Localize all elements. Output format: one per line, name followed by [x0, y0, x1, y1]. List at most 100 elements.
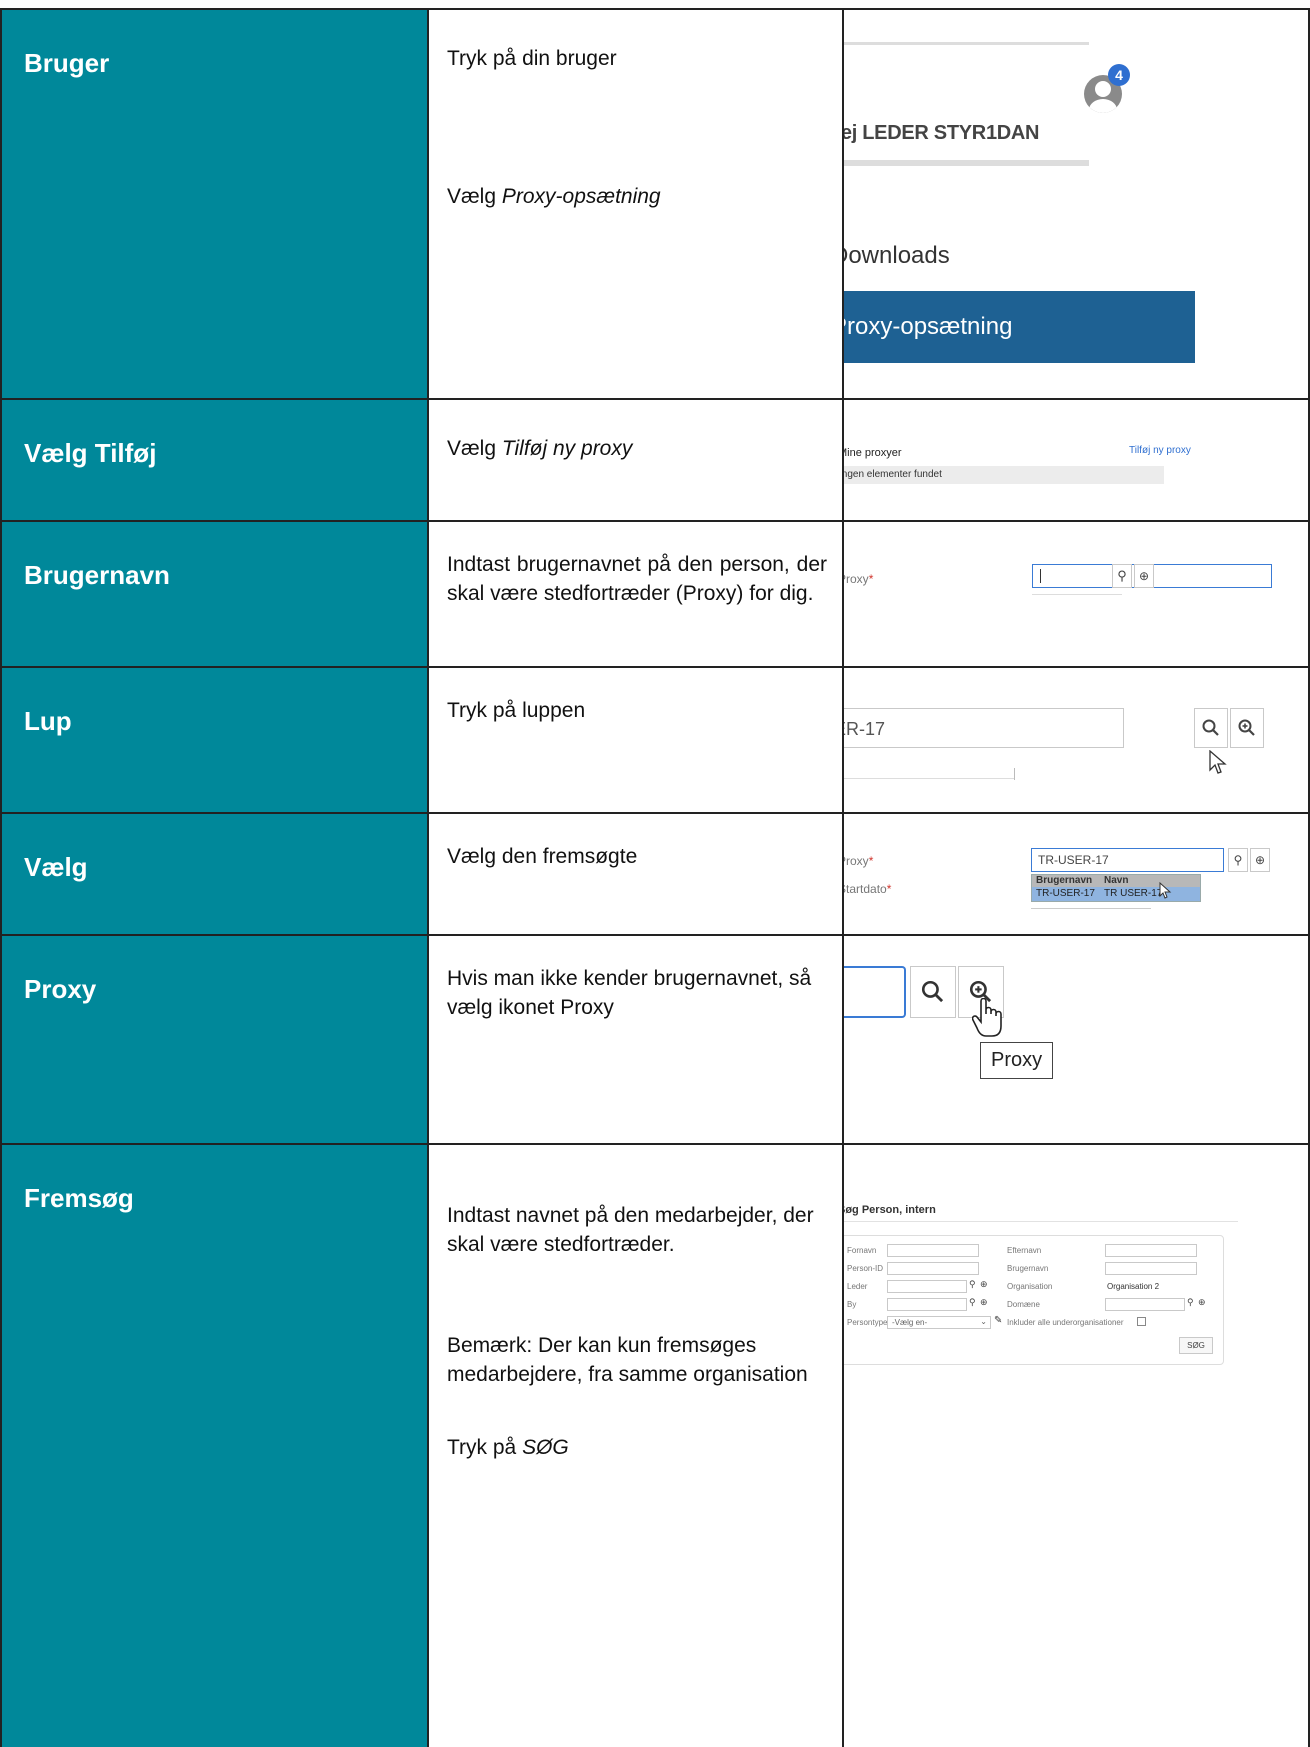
row-vaelg-tilfoej: Vælg Tilføj Vælg Tilføj ny proxy Mine pr… — [2, 400, 1308, 522]
proxy-input[interactable]: TR-USER-17 — [844, 708, 1124, 748]
row-vaelg: Vælg Vælg den fremsøgte Proxy* Startdato… — [2, 814, 1308, 936]
row-lup: Lup Tryk på luppen TR-USER-17 — [2, 668, 1308, 814]
menu-item-downloads[interactable]: Downloads — [844, 222, 1195, 288]
dialog-title: Søg Person, intern — [842, 1204, 936, 1216]
proxy-input[interactable]: TR-USER-17 — [1031, 848, 1224, 872]
notification-badge: 4 — [1108, 64, 1130, 86]
step-label-cell: Brugernavn — [2, 522, 427, 666]
empty-list: Ingen elementer fundet — [844, 466, 1164, 484]
efternavn-field[interactable] — [1105, 1244, 1197, 1257]
lookup-button[interactable] — [1230, 708, 1264, 748]
lookup-button[interactable]: ⊕ — [1134, 564, 1154, 588]
proxy-input[interactable] — [844, 966, 906, 1018]
dropdown-header: Brugernavn Navn — [1032, 875, 1200, 887]
fornavn-field[interactable] — [887, 1244, 979, 1257]
zoom-in-icon[interactable]: ⊕ — [980, 1297, 988, 1308]
fornavn-label: Fornavn — [847, 1246, 877, 1255]
proxy-label: Proxy* — [844, 572, 874, 586]
chevron-down-icon: ⌄ — [980, 1317, 987, 1326]
search-button[interactable] — [910, 966, 956, 1018]
menu-item-proxy-setup[interactable]: Proxy-opsætning — [844, 291, 1195, 363]
proxy-label: Proxy* — [844, 854, 874, 868]
search-button[interactable]: ⚲ — [1228, 848, 1248, 872]
search-icon: ⚲ — [1117, 568, 1127, 583]
brugernavn-label: Brugernavn — [1007, 1264, 1049, 1273]
screenshot-cell: Proxy — [842, 936, 1308, 1143]
search-icon[interactable]: ⚲ — [1187, 1297, 1194, 1308]
screenshot-cell: Proxy* Startdato* TR-USER-17 ⚲ ⊕ Brugern… — [842, 814, 1308, 934]
tooltip: Proxy — [980, 1042, 1054, 1079]
mouse-cursor-icon — [1159, 882, 1172, 899]
step-label: Proxy — [24, 974, 97, 1004]
zoom-in-icon[interactable]: ⊕ — [1198, 1297, 1206, 1308]
step-label-cell: Proxy — [2, 936, 427, 1143]
leder-label: Leder — [847, 1282, 868, 1291]
autocomplete-dropdown: Brugernavn Navn TR-USER-17 TR USER-17 — [1031, 874, 1201, 902]
zoom-in-icon: ⊕ — [1254, 853, 1266, 867]
divider — [844, 42, 1089, 45]
hand-cursor-icon — [972, 998, 1002, 1037]
dropdown-result-row[interactable]: TR-USER-17 TR USER-17 — [1032, 887, 1200, 901]
step-label: Brugernavn — [24, 560, 170, 590]
organisation-value: Organisation 2 — [1107, 1282, 1160, 1291]
search-icon — [921, 980, 944, 1003]
instruction-text: Indtast brugernavnet på den person, der … — [447, 553, 827, 605]
instruction-cell: Vælg den fremsøgte — [427, 814, 842, 934]
domaene-label: Domæne — [1007, 1300, 1040, 1309]
instruction-table: Bruger Tryk på din bruger Vælg Proxy-ops… — [0, 8, 1310, 1747]
step-label-cell: Bruger — [2, 10, 427, 398]
search-button[interactable] — [1194, 708, 1228, 748]
instruction-cell: Vælg Tilføj ny proxy — [427, 400, 842, 520]
step-label: Lup — [24, 706, 72, 736]
search-button[interactable]: ⚲ — [1112, 564, 1132, 588]
mouse-cursor-icon — [1209, 750, 1227, 774]
instruction-text: Tryk på din bruger — [447, 47, 617, 70]
search-icon — [1202, 719, 1219, 736]
instruction-text: Bemærk: Der kan kun fremsøges medarbejde… — [447, 1334, 808, 1386]
instruction-cell: Hvis man ikke kender brugernavnet, så væ… — [427, 936, 842, 1143]
screenshot-cell: Søg Person, intern Fornavn Efternavn Per… — [842, 1145, 1308, 1747]
search-submit-button[interactable]: SØG — [1179, 1337, 1213, 1354]
by-field[interactable] — [887, 1298, 967, 1311]
screenshot-cell: Proxy* ⚲ ⊕ — [842, 522, 1308, 666]
section-heading: Mine proxyer — [842, 447, 902, 459]
add-proxy-link[interactable]: Tilføj ny proxy — [1129, 445, 1191, 456]
step-label-cell: Fremsøg — [2, 1145, 427, 1747]
leder-field[interactable] — [887, 1280, 967, 1293]
step-label: Bruger — [24, 48, 110, 78]
pencil-icon[interactable]: ✎ — [994, 1315, 1002, 1326]
include-suborgs-checkbox[interactable] — [1137, 1317, 1146, 1326]
zoom-in-icon[interactable]: ⊕ — [980, 1279, 988, 1290]
personid-field[interactable] — [887, 1262, 979, 1275]
step-label-cell: Lup — [2, 668, 427, 812]
zoom-in-icon: ⊕ — [1138, 569, 1150, 583]
search-icon[interactable]: ⚲ — [969, 1279, 976, 1290]
instruction-text: Vælg Proxy-opsætning — [447, 185, 661, 208]
lookup-button[interactable]: ⊕ — [1250, 848, 1270, 872]
instruction-cell: Tryk på luppen — [427, 668, 842, 812]
row-proxy: Proxy Hvis man ikke kender brugernavnet,… — [2, 936, 1308, 1145]
user-icon — [1095, 81, 1111, 97]
by-label: By — [847, 1300, 857, 1309]
persontype-select[interactable]: -Vælg en- ⌄ — [887, 1316, 991, 1329]
search-icon[interactable]: ⚲ — [969, 1297, 976, 1308]
efternavn-label: Efternavn — [1007, 1246, 1042, 1255]
instruction-text: Vælg Tilføj ny proxy — [447, 437, 633, 460]
step-label: Vælg — [24, 852, 88, 882]
row-bruger: Bruger Tryk på din bruger Vælg Proxy-ops… — [2, 10, 1308, 400]
zoom-in-icon — [1238, 719, 1255, 736]
step-label: Vælg Tilføj — [24, 438, 157, 468]
instruction-cell: Indtast brugernavnet på den person, der … — [427, 522, 842, 666]
brugernavn-field[interactable] — [1105, 1262, 1197, 1275]
instruction-text: Hvis man ikke kender brugernavnet, så væ… — [447, 967, 812, 1019]
divider — [844, 160, 1089, 166]
screenshot-cell: Mine proxyer Tilføj ny proxy Ingen eleme… — [842, 400, 1308, 520]
greeting: Hej LEDER STYR1DAN — [842, 122, 1040, 144]
step-label: Fremsøg — [24, 1183, 134, 1213]
row-fremsoeg: Fremsøg Indtast navnet på den medarbejde… — [2, 1145, 1308, 1747]
search-icon: ⚲ — [1233, 853, 1243, 867]
instruction-cell: Indtast navnet på den medarbejder, der s… — [427, 1145, 842, 1747]
domaene-field[interactable] — [1105, 1298, 1185, 1311]
instruction-text: Tryk på luppen — [447, 699, 586, 722]
row-brugernavn: Brugernavn Indtast brugernavnet på den p… — [2, 522, 1308, 668]
